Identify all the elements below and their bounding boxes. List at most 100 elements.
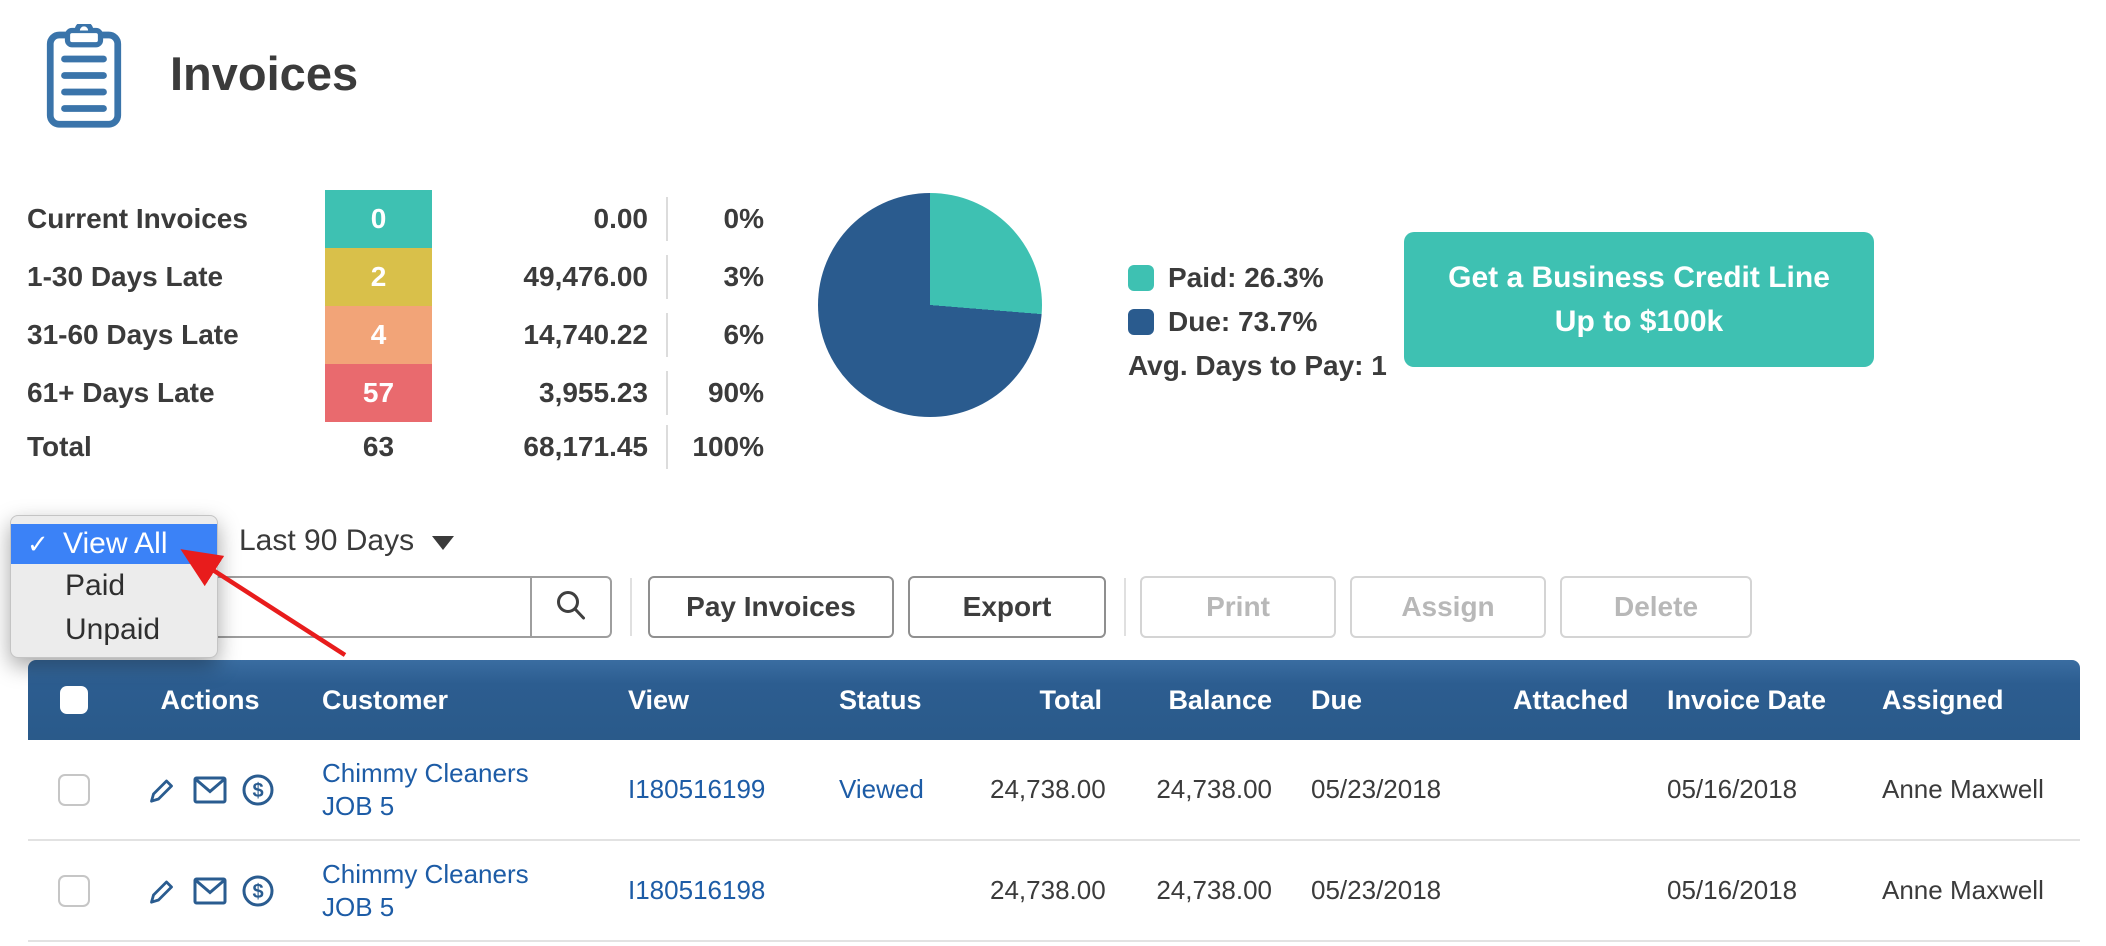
assigned-cell: Anne Maxwell xyxy=(1860,875,2080,906)
table-header-row: Actions Customer View Status Total Balan… xyxy=(28,660,2080,740)
svg-text:$: $ xyxy=(252,881,263,903)
legend-row-paid: Paid: 26.3% xyxy=(1128,256,1387,300)
customer-job: JOB 5 xyxy=(322,891,600,924)
email-envelope-icon[interactable] xyxy=(193,877,227,905)
aging-count-box: 2 xyxy=(325,248,432,306)
invoice-date-cell: 05/16/2018 xyxy=(1650,875,1860,906)
header-attached: Attached xyxy=(1480,685,1650,716)
aging-amount: 49,476.00 xyxy=(432,261,666,293)
customer-job: JOB 5 xyxy=(322,790,600,823)
aging-row-total: Total 63 68,171.45 100% xyxy=(27,424,764,470)
paid-due-pie-chart xyxy=(818,193,1042,417)
aging-label: 31-60 Days Late xyxy=(27,319,325,351)
legend-row-due: Due: 73.7% xyxy=(1128,300,1387,344)
row-checkbox[interactable] xyxy=(58,774,90,806)
aging-percent: 3% xyxy=(666,255,764,299)
aging-row-current: Current Invoices 0 0.00 0% xyxy=(27,190,764,248)
header-assigned: Assigned xyxy=(1860,685,2080,716)
cta-line1: Get a Business Credit Line xyxy=(1448,256,1830,300)
aging-label: 61+ Days Late xyxy=(27,377,325,409)
header-view: View xyxy=(600,685,810,716)
date-filter-label: Last 90 Days xyxy=(239,524,414,558)
row-checkbox[interactable] xyxy=(58,875,90,907)
avg-days-label: Avg. Days to Pay: 1 xyxy=(1128,350,1387,382)
aging-row-31-60: 31-60 Days Late 4 14,740.22 6% xyxy=(27,306,764,364)
due-cell: 05/23/2018 xyxy=(1280,774,1480,805)
due-cell: 05/23/2018 xyxy=(1280,875,1480,906)
date-filter-dropdown[interactable]: Last 90 Days xyxy=(239,524,454,558)
header-balance: Balance xyxy=(1110,685,1280,716)
legend-row-avg-days: Avg. Days to Pay: 1 xyxy=(1128,344,1387,388)
header-invoice-date: Invoice Date xyxy=(1650,685,1860,716)
clipboard-icon xyxy=(45,24,123,135)
header-status: Status xyxy=(810,685,990,716)
aging-label: Total xyxy=(27,431,325,463)
dropdown-item-paid[interactable]: Paid xyxy=(11,564,217,608)
select-all-checkbox[interactable] xyxy=(60,686,88,714)
caret-down-icon xyxy=(432,536,454,550)
aging-amount: 3,955.23 xyxy=(432,377,666,409)
aging-amount: 68,171.45 xyxy=(432,431,666,463)
invoice-number-link[interactable]: I180516199 xyxy=(600,774,810,805)
search-button[interactable] xyxy=(530,576,612,638)
toolbar-divider xyxy=(630,578,632,636)
balance-cell: 24,738.00 xyxy=(1110,875,1280,906)
aging-percent: 100% xyxy=(666,425,764,469)
aging-percent: 0% xyxy=(666,197,764,241)
email-envelope-icon[interactable] xyxy=(193,776,227,804)
payment-dollar-icon[interactable]: $ xyxy=(241,874,275,908)
due-swatch xyxy=(1128,309,1154,335)
search-icon xyxy=(554,588,588,627)
pie-legend: Paid: 26.3% Due: 73.7% Avg. Days to Pay:… xyxy=(1128,256,1387,388)
dropdown-item-view-all[interactable]: ✓ View All xyxy=(11,524,217,564)
customer-link[interactable]: Chimmy Cleaners JOB 5 xyxy=(300,858,600,923)
delete-button: Delete xyxy=(1560,576,1752,638)
table-row: $ Chimmy Cleaners JOB 5 I180516198 24,73… xyxy=(28,841,2080,942)
customer-link[interactable]: Chimmy Cleaners JOB 5 xyxy=(300,757,600,822)
assign-button: Assign xyxy=(1350,576,1546,638)
legend-paid-label: Paid: 26.3% xyxy=(1168,262,1324,294)
aging-row-61plus: 61+ Days Late 57 3,955.23 90% xyxy=(27,364,764,422)
header-total: Total xyxy=(990,685,1110,716)
legend-due-label: Due: 73.7% xyxy=(1168,306,1317,338)
aging-row-1-30: 1-30 Days Late 2 49,476.00 3% xyxy=(27,248,764,306)
aging-count-box: 4 xyxy=(325,306,432,364)
payment-dollar-icon[interactable]: $ xyxy=(241,773,275,807)
dropdown-item-label: View All xyxy=(63,527,168,561)
cta-line2: Up to $100k xyxy=(1555,300,1723,344)
header-due: Due xyxy=(1280,685,1480,716)
aging-count-box: 0 xyxy=(325,190,432,248)
export-button[interactable]: Export xyxy=(908,576,1106,638)
toolbar-divider xyxy=(1124,578,1126,636)
edit-pencil-icon[interactable] xyxy=(145,773,179,807)
balance-cell: 24,738.00 xyxy=(1110,774,1280,805)
aging-label: Current Invoices xyxy=(27,203,325,235)
aging-percent: 6% xyxy=(666,313,764,357)
aging-summary: Current Invoices 0 0.00 0% 1-30 Days Lat… xyxy=(27,190,764,470)
invoice-number-link[interactable]: I180516198 xyxy=(600,875,810,906)
aging-label: 1-30 Days Late xyxy=(27,261,325,293)
page-title: Invoices xyxy=(170,46,358,101)
edit-pencil-icon[interactable] xyxy=(145,874,179,908)
paid-swatch xyxy=(1128,265,1154,291)
total-cell: 24,738.00 xyxy=(990,875,1110,906)
assigned-cell: Anne Maxwell xyxy=(1860,774,2080,805)
header-actions: Actions xyxy=(120,685,300,716)
status-link[interactable]: Viewed xyxy=(810,774,990,805)
customer-name: Chimmy Cleaners xyxy=(322,757,600,790)
pay-invoices-button[interactable]: Pay Invoices xyxy=(648,576,894,638)
aging-total-count: 63 xyxy=(325,424,432,470)
dropdown-item-unpaid[interactable]: Unpaid xyxy=(11,608,217,652)
invoices-table: Actions Customer View Status Total Balan… xyxy=(28,660,2080,942)
credit-line-cta-button[interactable]: Get a Business Credit Line Up to $100k xyxy=(1404,232,1874,367)
total-cell: 24,738.00 xyxy=(990,774,1110,805)
view-filter-dropdown-menu: ✓ View All Paid Unpaid xyxy=(10,515,218,658)
aging-amount: 0.00 xyxy=(432,203,666,235)
checkmark-icon: ✓ xyxy=(27,529,63,560)
aging-count-box: 57 xyxy=(325,364,432,422)
aging-amount: 14,740.22 xyxy=(432,319,666,351)
print-button: Print xyxy=(1140,576,1336,638)
header-customer: Customer xyxy=(300,685,600,716)
invoices-page: Invoices Current Invoices 0 0.00 0% 1-30… xyxy=(0,0,2106,946)
table-row: $ Chimmy Cleaners JOB 5 I180516199 Viewe… xyxy=(28,740,2080,841)
